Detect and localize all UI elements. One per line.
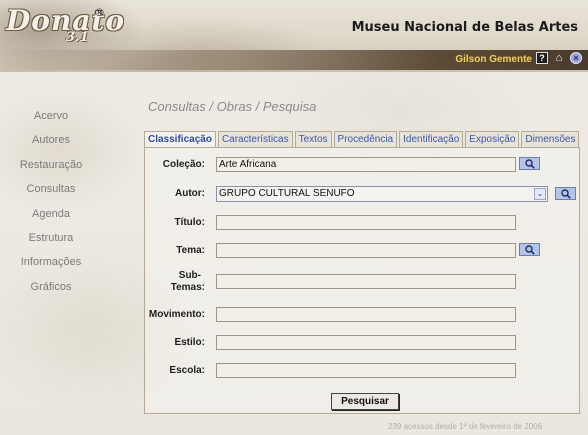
subtemas-field[interactable] [216,274,516,289]
colecao-label: Coleção: [162,159,205,170]
estilo-field[interactable] [216,335,516,350]
magnifier-icon [560,188,571,199]
autor-search-button[interactable] [555,187,576,200]
tab-textos[interactable]: Textos [294,131,332,147]
magnifier-icon [524,158,535,169]
colecao-search-button[interactable] [519,157,540,170]
access-counter: 239 acessos desde 1º de fevereiro de 200… [388,422,543,431]
tema-search-button[interactable] [519,243,540,256]
breadcrumb: Consultas / Obras / Pesquisa [148,99,317,114]
museum-name: Museu Nacional de Belas Artes [351,20,578,35]
tab-procedencia[interactable]: Procedência [333,131,398,147]
user-name: Gilson Gemente [455,54,532,65]
escola-field[interactable] [216,363,516,378]
help-icon[interactable]: ? [536,52,548,64]
tab-classificacao[interactable]: Classificação [144,131,216,147]
autor-label: Autor: [175,188,205,199]
autor-selected-value: GRUPO CULTURAL SENUFO [219,188,355,199]
nav-item-acervo[interactable]: Acervo [0,104,102,128]
nav-item-restauracao[interactable]: Restauração [0,153,102,177]
search-form-panel: Coleção: Arte Africana Autor: GRUPO CULT… [144,147,580,414]
nav-item-estrutura[interactable]: Estrutura [0,226,102,250]
autor-select[interactable]: GRUPO CULTURAL SENUFO ⌄ [216,186,548,202]
colecao-field[interactable]: Arte Africana [216,157,516,172]
tab-bar: Classificação Características Textos Pro… [144,131,581,147]
subtemas-label-line2: Temas: [170,282,205,293]
magnifier-icon [524,244,535,255]
chevron-down-icon[interactable]: ⌄ [534,188,546,200]
movimento-field[interactable] [216,307,516,322]
estilo-label: Estilo: [174,337,205,348]
movimento-label: Movimento: [148,309,205,320]
tema-label: Tema: [176,245,205,256]
subtemas-label-line1: Sub- [178,270,201,281]
nav-item-graficos[interactable]: Gráficos [0,275,102,299]
nav-item-agenda[interactable]: Agenda [0,202,102,226]
titulo-label: Título: [174,217,205,228]
tab-exposicao[interactable]: Exposição [465,131,520,147]
nav-item-informacoes[interactable]: Informações [0,250,102,274]
exit-icon[interactable]: × [570,52,582,64]
subtemas-label: Sub- Temas: [135,270,205,294]
app-version: 3.1 [66,30,89,45]
tab-dimensoes[interactable]: Dimensões [521,131,580,147]
registered-mark: ® [94,6,105,19]
tema-field[interactable] [216,243,516,258]
pesquisar-button[interactable]: Pesquisar [331,393,399,410]
escola-label: Escola: [169,365,205,376]
tab-identificacao[interactable]: Identificação [399,131,464,147]
home-icon[interactable]: ⌂ [553,52,565,64]
titulo-field[interactable] [216,215,516,230]
nav-item-consultas[interactable]: Consultas [0,177,102,201]
tab-caracteristicas[interactable]: Características [217,131,293,147]
main-nav: Acervo Autores Restauração Consultas Age… [0,104,102,299]
nav-item-autores[interactable]: Autores [0,128,102,152]
